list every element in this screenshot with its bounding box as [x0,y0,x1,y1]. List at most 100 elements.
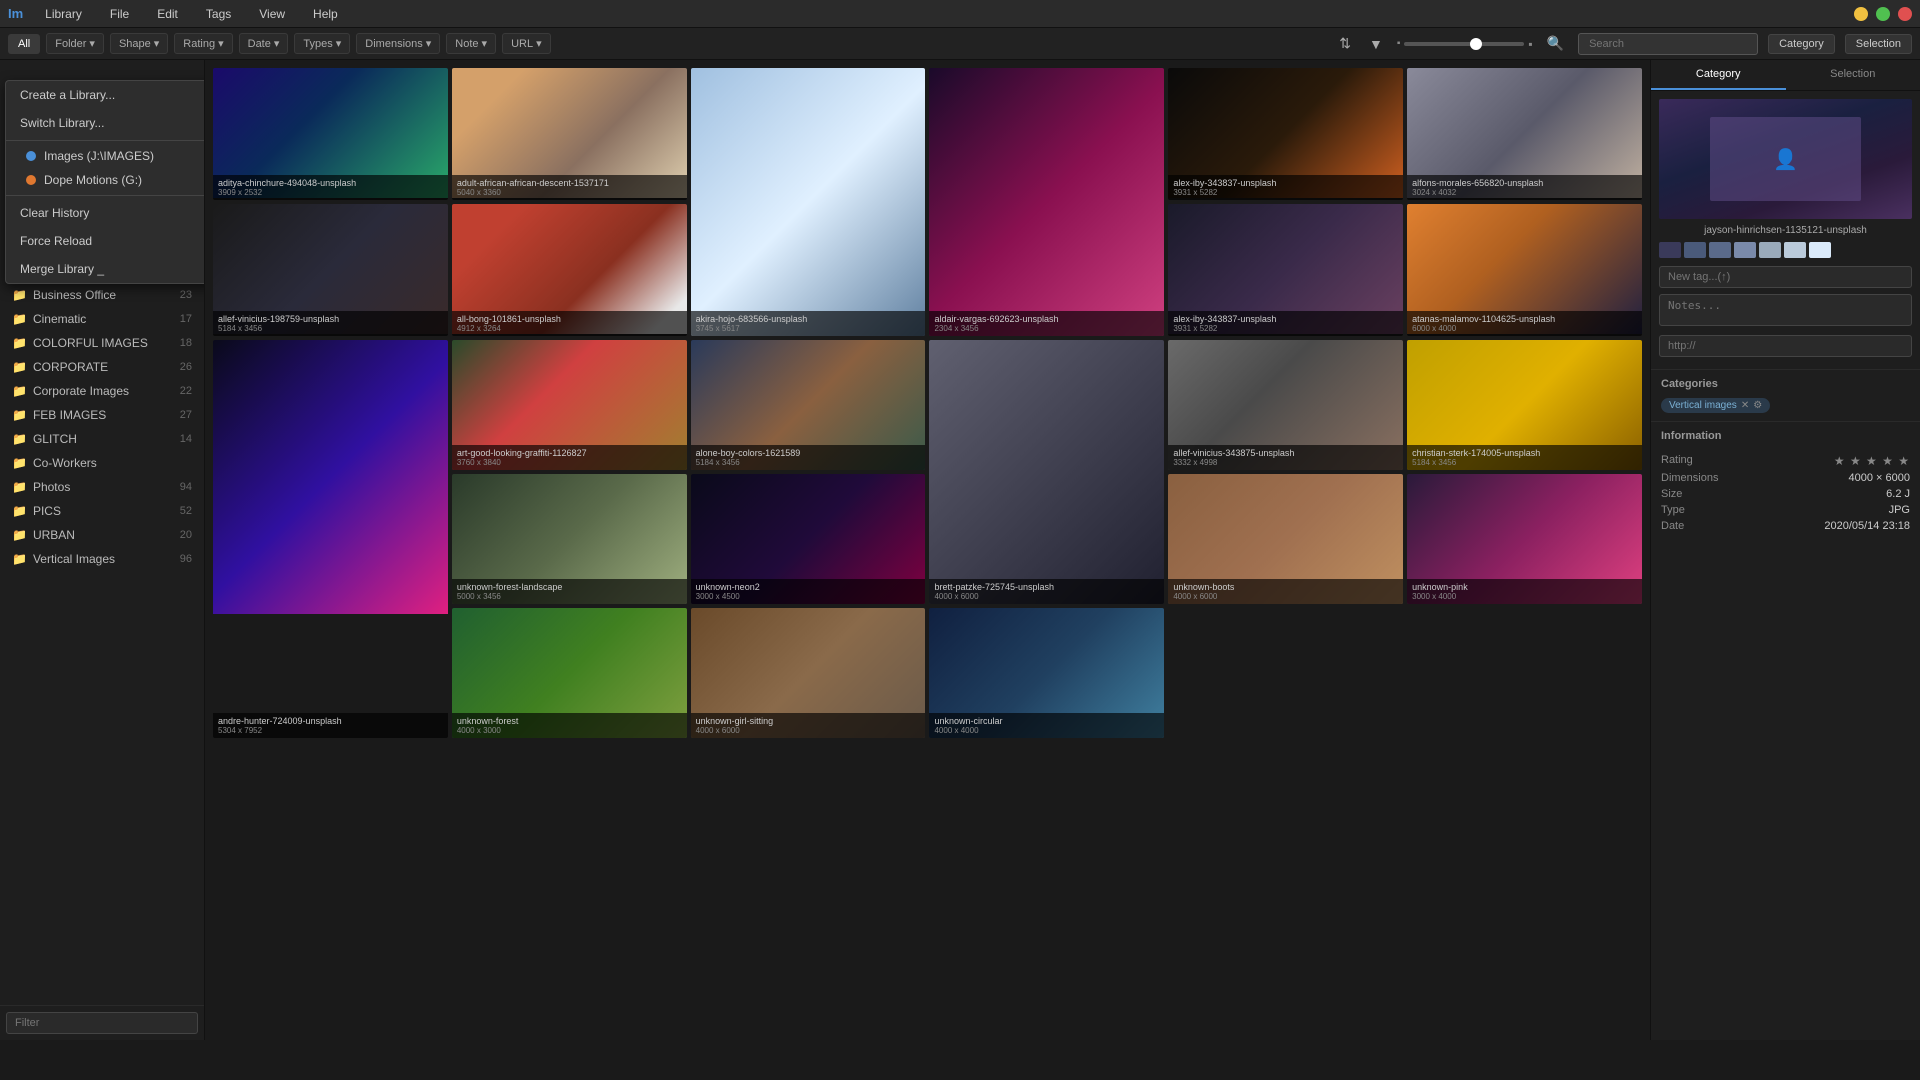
filter-url[interactable]: URL ▾ [502,33,551,54]
close-button[interactable] [1898,7,1912,21]
folder-label: Business Office [33,288,116,302]
grid-item[interactable]: alex-iby-343837-unsplash 3931 x 5282 [1168,204,1403,336]
filter-date[interactable]: Date ▾ [239,33,289,54]
preview-image: 👤 [1659,99,1912,219]
menu-edit[interactable]: Edit [151,5,184,23]
tab-category[interactable]: Category [1651,60,1786,90]
sidebar-item-corporate-images[interactable]: 📁 Corporate Images 22 [0,379,204,403]
grid-item[interactable]: alfons-morales-656820-unsplash 3024 x 40… [1407,68,1642,200]
sidebar-item-coworkers[interactable]: 📁 Co-Workers [0,451,204,475]
grid-item[interactable]: andre-hunter-724009-unsplash 5304 x 7952 [213,340,448,738]
folder-count: 14 [180,433,192,445]
create-library-item[interactable]: Create a Library... [6,81,205,109]
right-panel: Category Selection 👤 jayson-hinrichsen-1… [1650,60,1920,1040]
filter-all[interactable]: All [8,34,40,54]
menubar: Im Library File Edit Tags View Help [0,0,1920,28]
grid-item[interactable]: unknown-forest 4000 x 3000 [452,608,687,738]
menu-view[interactable]: View [253,5,291,23]
grid-item[interactable]: alex-iby-343837-unsplash 3931 x 5282 [1168,68,1403,200]
panel-preview: 👤 jayson-hinrichsen-1135121-unsplash [1651,91,1920,365]
menu-file[interactable]: File [104,5,135,23]
sidebar: Create a Library... Switch Library... Im… [0,60,205,1040]
filter-types[interactable]: Types ▾ [294,33,350,54]
grid-item[interactable]: aldair-vargas-692623-unsplash 2304 x 345… [929,68,1164,336]
grid-item[interactable]: unknown-neon2 3000 x 4500 [691,474,926,604]
sidebar-filter-input[interactable] [6,1012,198,1034]
grid-item[interactable]: unknown-boots 4000 x 6000 [1168,474,1403,604]
sidebar-item-pics[interactable]: 📁 PICS 52 [0,499,204,523]
category-button[interactable]: Category [1768,34,1835,54]
filter-shape[interactable]: Shape ▾ [110,33,168,54]
folder-label: FEB IMAGES [33,408,106,422]
folder-label: Corporate Images [33,384,129,398]
sidebar-item-vertical[interactable]: 📁 Vertical Images 96 [0,547,204,571]
grid-item[interactable]: alone-boy-colors-1621589 5184 x 3456 [691,340,926,470]
sidebar-item-cinematic[interactable]: 📁 Cinematic 17 [0,307,204,331]
sidebar-item-photos[interactable]: 📁 Photos 94 [0,475,204,499]
switch-library-item[interactable]: Switch Library... [6,109,205,137]
grid-item[interactable]: unknown-pink 3000 x 4000 [1407,474,1642,604]
filter-rating[interactable]: Rating ▾ [174,33,232,54]
sidebar-item-feb-images[interactable]: 📁 FEB IMAGES 27 [0,403,204,427]
size-value: 6.2 J [1886,488,1910,500]
sidebar-item-colorful[interactable]: 📁 COLORFUL IMAGES 18 [0,331,204,355]
tag-input[interactable] [1659,266,1912,288]
folder-label: Vertical Images [33,552,115,566]
info-date: Date 2020/05/14 23:18 [1661,518,1910,534]
preview-filename: jayson-hinrichsen-1135121-unsplash [1659,225,1912,236]
grid-item[interactable]: art-good-looking-graffiti-1126827 3760 x… [452,340,687,470]
library-icon-blue [26,151,36,161]
grid-item[interactable]: akira-hojo-683566-unsplash 3745 x 5617 [691,68,926,336]
sidebar-item-urban[interactable]: 📁 URBAN 20 [0,523,204,547]
folder-label: Photos [33,480,70,494]
category-remove[interactable]: ✕ [1741,400,1749,411]
zoom-slider[interactable] [1404,42,1524,46]
menu-library[interactable]: Library [39,5,88,23]
folder-label: URBAN [33,528,75,542]
menu-tags[interactable]: Tags [200,5,237,23]
maximize-button[interactable] [1876,7,1890,21]
filter-note[interactable]: Note ▾ [446,33,496,54]
categories-header: Categories [1651,369,1920,394]
grid-item[interactable]: brett-patzke-725745-unsplash 4000 x 6000 [929,340,1164,604]
sort-icon[interactable]: ⇅ [1335,33,1355,54]
folder-icon: 📁 [12,312,27,326]
sidebar-item-corporate[interactable]: 📁 CORPORATE 26 [0,355,204,379]
clear-history-item[interactable]: Clear History [6,199,205,227]
grid-item[interactable]: allef-vinicius-198759-unsplash 5184 x 34… [213,204,448,336]
grid-item[interactable]: atanas-malamov-1104625-unsplash 6000 x 4… [1407,204,1642,336]
minimize-button[interactable] [1854,7,1868,21]
grid-item[interactable]: unknown-forest-landscape 5000 x 3456 [452,474,687,604]
grid-item[interactable]: all-bong-101861-unsplash 4912 x 3264 [452,204,687,336]
grid-item[interactable]: allef-vinicius-343875-unsplash 3332 x 49… [1168,340,1403,470]
folder-label: CORPORATE [33,360,108,374]
type-label: Type [1661,504,1685,516]
folder-count: 26 [180,361,192,373]
filter-folder[interactable]: Folder ▾ [46,33,104,54]
sidebar-item-glitch[interactable]: 📁 GLITCH 14 [0,427,204,451]
url-input[interactable] [1659,335,1912,357]
filter-row: All Folder ▾ Shape ▾ Rating ▾ Date ▾ Typ… [0,28,1920,60]
category-settings-icon[interactable]: ⚙ [1753,400,1762,411]
library-images[interactable]: Images (J:\IMAGES) [6,144,205,168]
search-icon[interactable]: 🔍 [1543,33,1568,54]
grid-item[interactable]: aditya-chinchure-494048-unsplash 3909 x … [213,68,448,200]
tab-selection[interactable]: Selection [1786,60,1920,90]
merge-library-item[interactable]: Merge Library _ [6,255,205,283]
folder-count: 96 [180,553,192,565]
grid-item[interactable]: unknown-circular 4000 x 4000 [929,608,1164,738]
grid-item[interactable]: adult-african-african-descent-1537171 50… [452,68,687,200]
grid-item[interactable]: christian-sterk-174005-unsplash 5184 x 3… [1407,340,1642,470]
search-input[interactable] [1578,33,1758,55]
swatch [1709,242,1731,258]
sidebar-item-business-office[interactable]: 📁 Business Office 23 [0,283,204,307]
notes-input[interactable] [1659,294,1912,326]
grid-item[interactable]: unknown-girl-sitting 4000 x 6000 [691,608,926,738]
selection-button[interactable]: Selection [1845,34,1912,54]
filter-icon[interactable]: ▼ [1365,34,1387,54]
force-reload-item[interactable]: Force Reload [6,227,205,255]
library-dope-motions[interactable]: Dope Motions (G:) [6,168,205,192]
menu-help[interactable]: Help [307,5,344,23]
filter-dimensions[interactable]: Dimensions ▾ [356,33,440,54]
folder-count: 22 [180,385,192,397]
